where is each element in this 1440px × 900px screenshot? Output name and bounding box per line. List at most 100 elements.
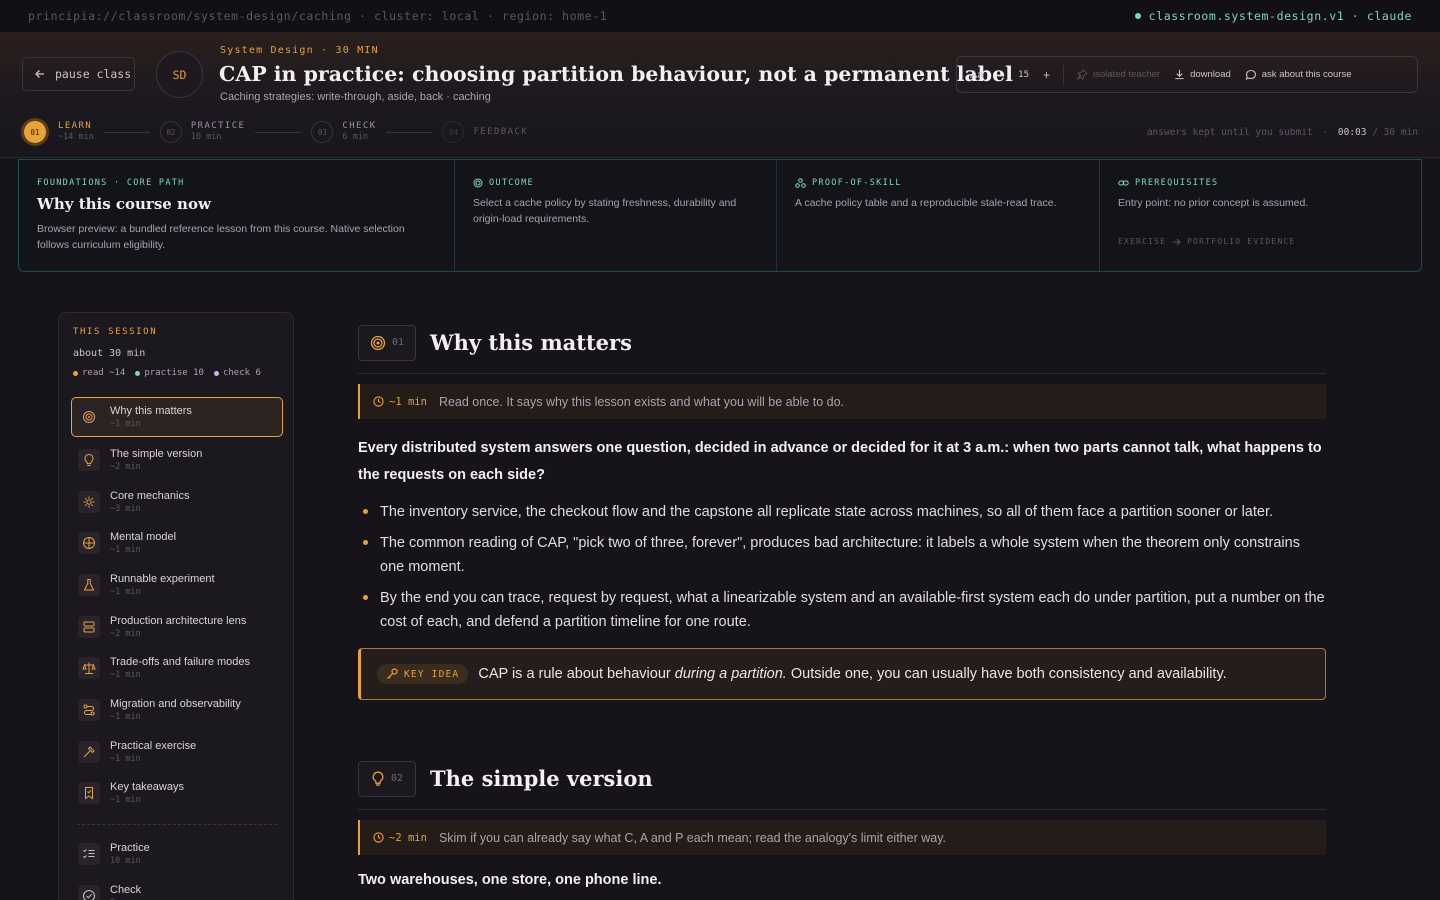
- course-id-label: classroom.system-design.v1 · claude: [1148, 9, 1412, 23]
- sidebar-item-label: Core mechanics: [110, 489, 190, 502]
- course-kicker: System Design · 30 MIN: [220, 45, 379, 56]
- section-title: Why this matters: [430, 330, 632, 355]
- step-practice[interactable]: 02 PRACTICE 10 min: [159, 121, 246, 143]
- timer-total: / 30 min: [1372, 127, 1418, 138]
- step-connector: [255, 131, 302, 133]
- server-icon: [78, 615, 100, 638]
- ask-course-label: ask about this course: [1261, 69, 1352, 80]
- font-increase-button[interactable]: +: [1036, 68, 1057, 82]
- reading-time: ~2 min: [373, 832, 427, 844]
- sidebar-item-key-takeaways[interactable]: Key takeaways ~1 min: [71, 773, 283, 815]
- legend-label: read ~14: [82, 368, 126, 378]
- lesson-content: 01 Why this matters ~1 min Read once. It…: [358, 312, 1326, 888]
- lightbulb-icon: [78, 448, 100, 471]
- sidebar-item-migration-and-observability[interactable]: Migration and observability ~1 min: [71, 689, 283, 731]
- sidebar-item-trade-offs-and-failure-modes[interactable]: Trade-offs and failure modes ~1 min: [71, 647, 283, 689]
- sidebar-item-label: The simple version: [110, 447, 203, 460]
- download-icon: [1174, 69, 1185, 80]
- arrow-right-icon: [1172, 238, 1181, 246]
- lesson-stepper: 01 LEARN ~14 min 02 PRACTICE 10 min 03 CHE…: [21, 118, 528, 146]
- key-idea-label: KEY IDEA: [404, 668, 460, 680]
- lead-paragraph: Every distributed system answers one que…: [358, 440, 1322, 483]
- lead-paragraph: Two warehouses, one store, one phone lin…: [358, 872, 662, 888]
- sidebar-item-duration: ~2 min: [110, 628, 141, 639]
- sidebar-item-runnable-experiment[interactable]: Runnable experiment ~1 min: [71, 564, 283, 606]
- course-path: principia://classroom/system-design/cach…: [28, 9, 608, 23]
- pause-class-label: pause class: [55, 67, 132, 81]
- pause-class-button[interactable]: pause class: [22, 57, 135, 91]
- reading-time: ~1 min: [373, 396, 427, 408]
- step-learn[interactable]: 01 LEARN ~14 min: [21, 118, 94, 146]
- key-icon: [386, 668, 398, 680]
- sidebar-item-mental-model[interactable]: Mental model ~1 min: [71, 522, 283, 564]
- status-dot: [1134, 13, 1141, 19]
- font-decrease-button[interactable]: –: [990, 68, 1011, 82]
- step-duration: 6 min: [342, 132, 368, 142]
- sidebar-item-duration: ~1 min: [110, 753, 141, 764]
- foundation-panel: FOUNDATIONS · CORE PATH Why this course …: [18, 159, 1422, 272]
- checklist-icon: [78, 843, 100, 866]
- section-number: 02: [390, 773, 404, 784]
- key-idea-post: Outside one, you can usually have both c…: [790, 666, 1227, 682]
- sidebar-item-label: Practice: [110, 842, 150, 855]
- foundation-text: Browser preview: a bundled reference les…: [37, 223, 405, 251]
- step-check[interactable]: 03 CHECK 6 min: [311, 121, 376, 143]
- bullet-list: The inventory service, the checkout flow…: [358, 500, 1326, 634]
- target-icon: [370, 335, 386, 351]
- step-number: 04: [442, 121, 465, 143]
- sidebar-item-practice[interactable]: Practice 10 min: [71, 833, 283, 875]
- outcome-text: Select a cache policy by stating freshne…: [473, 197, 737, 225]
- sidebar-item-duration: ~1 min: [110, 670, 141, 681]
- sidebar-item-production-architecture-lens[interactable]: Production architecture lens ~2 min: [71, 606, 283, 648]
- step-label: CHECK: [342, 121, 377, 131]
- page-subtitle: Caching strategies: write-through, aside…: [220, 91, 491, 103]
- section-header: 01 Why this matters: [358, 312, 1326, 374]
- clock-icon: [373, 832, 384, 843]
- legend-dot: [135, 370, 141, 376]
- sidebar-item-check[interactable]: Check6 min: [71, 875, 283, 900]
- clock-icon: [373, 396, 384, 407]
- nodes-icon: [795, 178, 806, 188]
- section-two: 02 The simple version ~2 min Skim if you…: [358, 748, 1326, 888]
- course-avatar: SD: [156, 51, 203, 98]
- legend-read: read ~14: [73, 368, 125, 378]
- exercise-label: EXERCISE: [1118, 237, 1167, 246]
- step-number: 03: [311, 121, 334, 143]
- step-duration: 10 min: [190, 132, 222, 142]
- timer-note: answers kept until you submit: [1146, 127, 1313, 138]
- sidebar-item-label: Runnable experiment: [110, 572, 215, 585]
- sidebar-item-core-mechanics[interactable]: Core mechanics ~3 min: [71, 481, 283, 523]
- prereq-caption: PREREQUISITES: [1135, 178, 1219, 188]
- sidebar-item-label: Migration and observability: [110, 697, 241, 710]
- step-feedback[interactable]: 04 FEEDBACK: [442, 121, 528, 143]
- route-icon: [78, 698, 100, 721]
- legend-label: check 6: [222, 368, 261, 378]
- sidebar-item-duration: 10 min: [110, 856, 141, 867]
- outcome-cell: OUTCOME Select a cache policy by stating…: [455, 160, 777, 271]
- ask-course-button[interactable]: ask about this course: [1238, 69, 1359, 81]
- compass-icon: [78, 532, 100, 555]
- sidebar-item-practical-exercise[interactable]: Practical exercise ~1 min: [71, 731, 283, 773]
- status-bar: principia://classroom/system-design/cach…: [0, 0, 1440, 32]
- reading-time-value: ~1 min: [389, 395, 427, 408]
- key-idea-emphasis: during a partition.: [674, 666, 787, 682]
- download-button[interactable]: download: [1167, 69, 1238, 80]
- sidebar-item-duration: ~1 min: [110, 795, 141, 806]
- timer-elapsed: 00:03: [1337, 127, 1367, 138]
- section-number: 01: [391, 337, 405, 348]
- isolated-teacher-toggle[interactable]: isolated teacher: [1070, 69, 1167, 80]
- gear-icon: [78, 490, 100, 513]
- section-badge: 02: [358, 760, 416, 797]
- step-label: PRACTICE: [190, 121, 246, 131]
- list-item: The inventory service, the checkout flow…: [358, 500, 1326, 524]
- sidebar-item-the-simple-version[interactable]: The simple version ~2 min: [71, 439, 283, 481]
- step-label: LEARN: [58, 121, 93, 131]
- target-icon: [473, 178, 483, 188]
- link-icon: [1118, 178, 1129, 188]
- sidebar-item-duration: ~2 min: [110, 461, 141, 472]
- section-badge: 01: [358, 324, 416, 361]
- sidebar-item-why-this-matters[interactable]: Why this matters ~1 min: [71, 397, 283, 437]
- step-number: 01: [21, 118, 49, 146]
- legend-practise: practise 10: [135, 368, 204, 378]
- legend-check: check 6: [213, 368, 261, 378]
